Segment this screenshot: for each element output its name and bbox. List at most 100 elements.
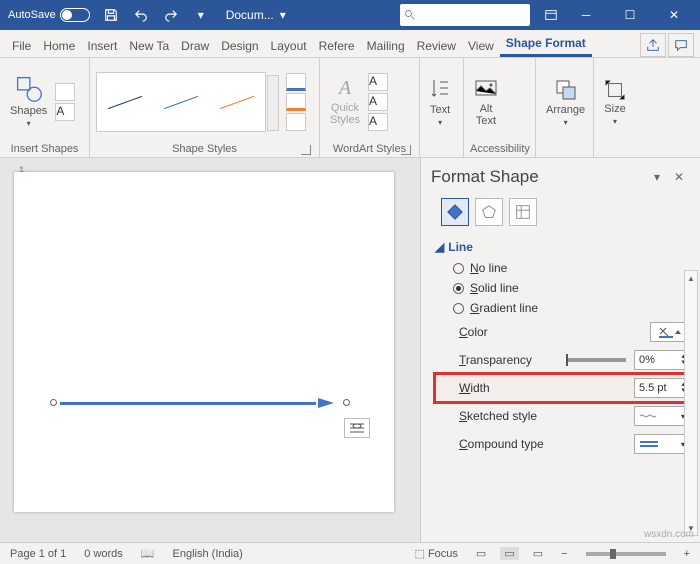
width-label: Width	[459, 381, 634, 395]
tab-home[interactable]: Home	[37, 35, 81, 57]
shape-effects-button[interactable]	[286, 113, 306, 131]
statusbar: Page 1 of 1 0 words 📖 English (India) ⬚ …	[0, 542, 700, 564]
layout-properties-tab[interactable]	[509, 198, 537, 226]
shape-fill-button[interactable]	[286, 73, 306, 91]
minimize-button[interactable]: ─	[564, 0, 608, 30]
autosave-label: AutoSave	[8, 9, 56, 21]
share-button[interactable]	[640, 33, 666, 57]
fill-line-tab[interactable]	[441, 198, 469, 226]
text-outline-button[interactable]: A	[368, 93, 388, 111]
text-effects-button[interactable]: A	[368, 113, 388, 131]
zoom-in-button[interactable]: +	[680, 548, 694, 560]
text-direction-button[interactable]: Text ▾	[426, 76, 454, 129]
radio-solid-line[interactable]: Solid line	[435, 278, 690, 298]
transparency-input[interactable]: 0%▴▾	[634, 350, 690, 370]
shape-styles-gallery[interactable]	[96, 72, 266, 132]
gallery-more-button[interactable]	[267, 75, 279, 131]
resize-handle-right[interactable]	[343, 399, 350, 406]
format-shape-panel: Format Shape ▾ ✕ ◢ Line No line Solid li…	[420, 158, 700, 542]
spellcheck-icon[interactable]: 📖	[137, 547, 159, 560]
tab-shape-format[interactable]: Shape Format	[500, 32, 592, 57]
zoom-slider[interactable]	[586, 552, 666, 556]
dialog-launcher-icon[interactable]	[301, 145, 311, 155]
tab-new[interactable]: New Ta	[123, 35, 175, 57]
scroll-up-icon[interactable]: ▲	[685, 271, 697, 285]
group-label-wordart: WordArt Styles	[326, 141, 413, 157]
no-line-label: No line	[470, 261, 507, 275]
shape-outline-button[interactable]	[286, 93, 306, 111]
selected-arrow-shape[interactable]	[54, 400, 334, 406]
radio-checked-icon	[453, 283, 464, 294]
watermark: wsxdn.com	[644, 529, 694, 540]
text-btn-label: Text	[430, 104, 450, 116]
layout-options-button[interactable]	[344, 418, 370, 438]
tab-design[interactable]: Design	[215, 35, 264, 57]
document-name: Docum...	[226, 8, 274, 22]
toggle-off-icon	[60, 8, 90, 22]
web-layout-icon[interactable]: ▭	[529, 547, 547, 560]
word-count[interactable]: 0 words	[80, 548, 127, 560]
arrow-head-icon	[318, 398, 334, 408]
print-layout-icon[interactable]: ▭	[500, 547, 518, 560]
autosave-toggle[interactable]: AutoSave	[4, 8, 94, 22]
alt-text-button[interactable]: Alt Text	[470, 75, 502, 129]
transparency-label: Transparency	[459, 353, 558, 367]
effects-tab[interactable]	[475, 198, 503, 226]
text-fill-button[interactable]: A	[368, 73, 388, 91]
dialog-launcher-icon[interactable]	[401, 145, 411, 155]
quick-styles-button[interactable]: A Quick Styles	[326, 75, 364, 128]
ribbon-display-icon[interactable]	[538, 2, 564, 28]
arrow-stem	[60, 402, 316, 405]
edit-shape-button[interactable]	[55, 83, 75, 101]
tab-insert[interactable]: Insert	[81, 35, 123, 57]
close-button[interactable]: ✕	[652, 0, 696, 30]
transparency-slider[interactable]	[566, 358, 626, 362]
undo-icon[interactable]	[128, 2, 154, 28]
workspace: ⚓ Format Shape ▾ ✕ ◢	[0, 158, 700, 542]
style-preview-dark[interactable]	[103, 82, 147, 122]
tab-view[interactable]: View	[462, 35, 500, 57]
text-box-button[interactable]: A	[55, 103, 75, 121]
search-box[interactable]	[400, 4, 530, 26]
section-label: Line	[448, 240, 473, 254]
panel-scrollbar[interactable]: ▲ ▼	[684, 270, 698, 536]
page-indicator[interactable]: Page 1 of 1	[6, 548, 70, 560]
tab-file[interactable]: File	[6, 35, 37, 57]
save-icon[interactable]	[98, 2, 124, 28]
color-label: Color	[459, 325, 650, 339]
style-preview-orange[interactable]	[215, 82, 259, 122]
radio-gradient-line[interactable]: Gradient line	[435, 298, 690, 318]
width-input[interactable]: 5.5 pt▴▾	[634, 378, 690, 398]
tab-references[interactable]: Refere	[313, 35, 361, 57]
language-indicator[interactable]: English (India)	[169, 548, 247, 560]
shapes-gallery-button[interactable]: Shapes ▾	[6, 73, 51, 130]
radio-no-line[interactable]: No line	[435, 258, 690, 278]
line-section-header[interactable]: ◢ Line	[435, 236, 690, 258]
read-mode-icon[interactable]: ▭	[472, 547, 490, 560]
style-preview-blue[interactable]	[159, 82, 203, 122]
size-button[interactable]: Size ▾	[600, 77, 630, 128]
comments-button[interactable]	[668, 33, 694, 57]
zoom-out-button[interactable]: −	[557, 548, 571, 560]
compound-label: Compound type	[459, 437, 634, 451]
sketched-picker[interactable]: ▾	[634, 406, 690, 426]
compound-picker[interactable]: ▾	[634, 434, 690, 454]
document-area[interactable]: ⚓	[0, 158, 420, 542]
tab-mailings[interactable]: Mailing	[361, 35, 411, 57]
panel-title: Format Shape	[431, 167, 646, 187]
alt-text-label: Alt Text	[476, 103, 496, 127]
panel-close-button[interactable]: ✕	[668, 166, 690, 188]
document-page	[14, 172, 394, 512]
titlebar: AutoSave ▾ Docum... ▾ ─ ☐ ✕	[0, 0, 700, 30]
resize-handle-left[interactable]	[50, 399, 57, 406]
panel-options-button[interactable]: ▾	[646, 166, 668, 188]
tab-layout[interactable]: Layout	[265, 35, 313, 57]
arrange-button[interactable]: Arrange ▾	[542, 76, 589, 129]
qat-more-icon[interactable]: ▾	[188, 2, 214, 28]
focus-mode-button[interactable]: ⬚ Focus	[410, 547, 461, 560]
group-label-accessibility: Accessibility	[470, 141, 529, 157]
tab-draw[interactable]: Draw	[175, 35, 215, 57]
maximize-button[interactable]: ☐	[608, 0, 652, 30]
tab-review[interactable]: Review	[411, 35, 462, 57]
redo-icon[interactable]	[158, 2, 184, 28]
